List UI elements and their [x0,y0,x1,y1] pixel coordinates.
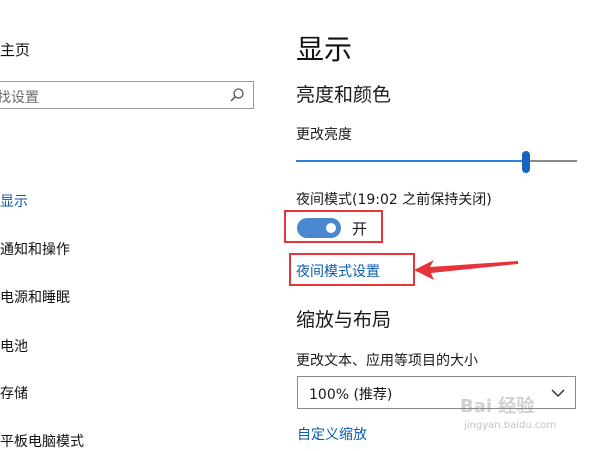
custom-scale-link[interactable]: 自定义缩放 [297,424,367,444]
night-light-state-label: 开 [352,220,368,238]
scale-section-heading: 缩放与布局 [296,309,392,331]
night-light-settings-link[interactable]: 夜间模式设置 [296,261,380,281]
search-icon [230,88,244,102]
night-light-toggle[interactable] [297,218,341,238]
toggle-knob [326,223,336,233]
brightness-label: 更改亮度 [296,127,352,143]
scale-label: 更改文本、应用等项目的大小 [296,353,478,369]
sidebar-item-notifications[interactable]: 通知和操作 [0,239,70,259]
chevron-down-icon [551,389,565,398]
sidebar-item-tablet-mode[interactable]: 平板电脑模式 [0,431,84,451]
watermark-text: Bai 经验 [460,396,535,417]
page-title: 显示 [296,33,353,66]
sidebar-item-power-sleep[interactable]: 电源和睡眠 [0,287,70,307]
sidebar-item-battery[interactable]: 电池 [0,336,28,356]
home-link[interactable]: 主页 [0,39,30,60]
watermark-subtext: jingyan.baidu.com [464,420,557,431]
sidebar-item-storage[interactable]: 存储 [0,383,28,403]
sidebar-item-display[interactable]: 显示 [0,191,28,211]
settings-search-input[interactable]: 找设置 [0,81,254,109]
scale-dropdown-value: 100% (推荐) [309,387,393,403]
search-placeholder: 找设置 [0,90,39,106]
brightness-slider[interactable] [296,160,577,162]
night-light-label: 夜间模式(19:02 之前保持关闭) [296,192,492,208]
annotation-arrow [414,260,518,280]
brightness-section-heading: 亮度和颜色 [296,84,392,106]
brightness-slider-fill [296,160,527,162]
brightness-slider-thumb[interactable] [522,151,530,173]
